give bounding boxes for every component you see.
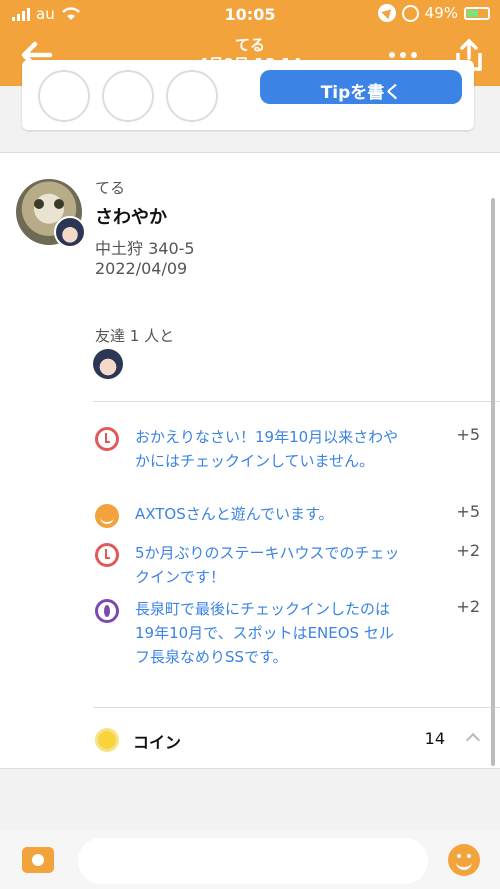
divider (93, 707, 500, 708)
nav-title: てる (234, 36, 265, 54)
smile-icon (95, 504, 119, 528)
battery-icon (464, 6, 490, 20)
location-icon (377, 4, 396, 22)
friend-avatar[interactable] (93, 349, 123, 379)
sticker-icon[interactable] (102, 70, 154, 122)
bonus-text[interactable]: AXTOSさんと遊んでいます。 (135, 502, 403, 526)
coin-label: コイン (133, 733, 182, 752)
write-tip-button[interactable]: Tipを書く (260, 70, 462, 104)
checkin-date: 2022/04/09 (95, 259, 188, 278)
camera-icon[interactable] (22, 847, 54, 873)
bonus-text[interactable]: おかえりなさい！19年10月以来さわやかにはチェックインしていません。 (135, 425, 403, 473)
venue-name[interactable]: さわやか (95, 203, 167, 229)
bonus-text[interactable]: 長泉町で最後にチェックインしたのは19年10月で、スポットはENEOS セルフ長… (135, 597, 403, 669)
bonus-points: +2 (456, 597, 480, 616)
coin-count: 14 (424, 729, 445, 748)
comment-bar (0, 830, 500, 889)
user-avatar[interactable] (54, 216, 86, 248)
like-icon[interactable] (38, 70, 90, 122)
venue-address: 中土狩 340-5 (95, 239, 195, 258)
user-name[interactable]: てる (95, 177, 125, 198)
tag-icon[interactable] (166, 70, 218, 122)
coin-row[interactable]: コイン 14 (95, 725, 500, 755)
scrollbar[interactable] (491, 198, 495, 766)
divider (93, 401, 500, 402)
friends-label: 友達 1 人と (95, 327, 175, 345)
action-card: Tipを書く (22, 60, 474, 130)
compass-icon (95, 599, 119, 623)
bonus-points: +5 (456, 425, 480, 444)
coin-icon (95, 728, 119, 752)
chevron-up-icon[interactable] (465, 732, 481, 748)
rotation-lock-icon (401, 4, 419, 22)
alarm-icon (95, 543, 119, 567)
bonus-points: +5 (456, 502, 480, 521)
emoji-icon[interactable] (448, 844, 480, 876)
status-bar: au 10:05 49% (0, 0, 500, 28)
alarm-icon (95, 427, 119, 451)
bonus-text[interactable]: 5か月ぶりのステーキハウスでのチェックインです！ (135, 541, 403, 589)
battery-percent: 49% (424, 4, 458, 22)
checkin-panel: てる さわやか 中土狩 340-5 2022/04/09 友達 1 人と おかえ… (0, 152, 500, 769)
comment-input[interactable] (78, 838, 428, 884)
bonus-points: +2 (456, 541, 480, 560)
